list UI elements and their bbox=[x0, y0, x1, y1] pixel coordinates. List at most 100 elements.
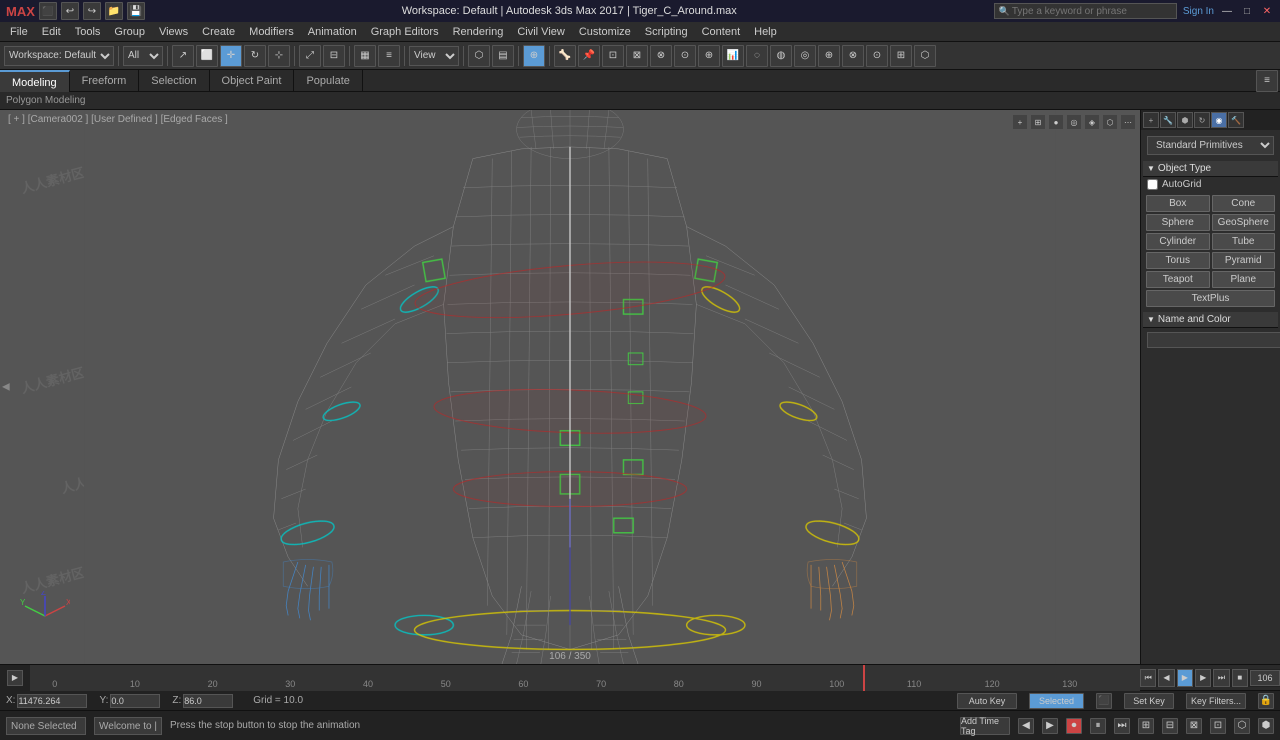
panel-tab-modify[interactable]: 🔧 bbox=[1160, 112, 1176, 128]
preserve-btn[interactable]: ◍ bbox=[770, 45, 792, 67]
relax-btn[interactable]: ◌ bbox=[746, 45, 768, 67]
extra5-btn[interactable]: ⊞ bbox=[890, 45, 912, 67]
name-color-header[interactable]: ▼ Name and Color bbox=[1143, 312, 1278, 328]
menu-tools[interactable]: Tools bbox=[69, 22, 107, 42]
workspace-dropdown[interactable]: Workspace: Default bbox=[4, 46, 114, 66]
key-filters-btn[interactable]: Key Filters... bbox=[1186, 693, 1246, 709]
use-nurbs-btn[interactable]: ⊠ bbox=[626, 45, 648, 67]
layer-mgr-btn[interactable]: ▦ bbox=[354, 45, 376, 67]
tl-last-btn[interactable]: ⏭ bbox=[1213, 669, 1229, 687]
scale-btn[interactable]: ⊹ bbox=[268, 45, 290, 67]
extra2-btn[interactable]: ⊕ bbox=[818, 45, 840, 67]
filter-dropdown[interactable]: All bbox=[123, 46, 163, 66]
obj-btn-geosphere[interactable]: GeoSphere bbox=[1212, 214, 1276, 231]
panel-tab-motion[interactable]: ↻ bbox=[1194, 112, 1210, 128]
viewport-3d[interactable]: [ + ] [Camera002 ] [User Defined ] [Edge… bbox=[0, 110, 1140, 664]
menu-civil-view[interactable]: Civil View bbox=[511, 22, 570, 42]
sign-in-btn[interactable]: Sign In bbox=[1183, 6, 1214, 17]
tl-first-btn[interactable]: ⏮ bbox=[1140, 669, 1156, 687]
set-key-btn[interactable]: Set Key bbox=[1124, 693, 1174, 709]
extra1-btn[interactable]: ◎ bbox=[794, 45, 816, 67]
edit-normals-btn[interactable]: ⊕ bbox=[698, 45, 720, 67]
vp-icon-persp[interactable]: ⬡ bbox=[1102, 114, 1118, 130]
make-selection-btn[interactable]: ⊕ bbox=[523, 45, 545, 67]
tl-prev-btn[interactable]: ◀ bbox=[1158, 669, 1174, 687]
redo-btn[interactable]: ↪ bbox=[83, 2, 101, 20]
save-btn[interactable]: 💾 bbox=[127, 2, 145, 20]
obj-btn-torus[interactable]: Torus bbox=[1146, 252, 1210, 269]
select-move-btn[interactable]: ✛ bbox=[220, 45, 242, 67]
obj-btn-tube[interactable]: Tube bbox=[1212, 233, 1276, 250]
tab-object-paint[interactable]: Object Paint bbox=[210, 70, 295, 92]
select-object-btn[interactable]: ↗ bbox=[172, 45, 194, 67]
tab-modeling[interactable]: Modeling bbox=[0, 70, 70, 92]
tl-stop-btn[interactable]: ■ bbox=[1232, 669, 1248, 687]
use-soft-btn[interactable]: ⊗ bbox=[650, 45, 672, 67]
open-btn[interactable]: 📁 bbox=[105, 2, 123, 20]
vp-icon-shading[interactable]: ● bbox=[1048, 114, 1064, 130]
obj-btn-sphere[interactable]: Sphere bbox=[1146, 214, 1210, 231]
minimize-btn[interactable]: — bbox=[1220, 4, 1234, 18]
add-time-tag-btn[interactable]: Add Time Tag bbox=[960, 717, 1010, 735]
maximize-btn[interactable]: □ bbox=[1240, 4, 1254, 18]
z-input[interactable] bbox=[183, 694, 233, 708]
show-end-result-btn[interactable]: ⊡ bbox=[602, 45, 624, 67]
menu-scripting[interactable]: Scripting bbox=[639, 22, 694, 42]
extra3-btn[interactable]: ⊗ bbox=[842, 45, 864, 67]
vp-icon-quality[interactable]: ◈ bbox=[1084, 114, 1100, 130]
obj-btn-box[interactable]: Box bbox=[1146, 195, 1210, 212]
key-lock-btn[interactable]: 🔒 bbox=[1258, 693, 1274, 709]
x-input[interactable] bbox=[17, 694, 87, 708]
vp-icon-extra[interactable]: ⋯ bbox=[1120, 114, 1136, 130]
menu-graph-editors[interactable]: Graph Editors bbox=[365, 22, 445, 42]
timeline-expand-btn[interactable]: ▶ bbox=[7, 670, 23, 686]
menu-modifiers[interactable]: Modifiers bbox=[243, 22, 300, 42]
vp-icon-plus[interactable]: + bbox=[1012, 114, 1028, 130]
frame-input[interactable] bbox=[1250, 670, 1280, 686]
tab-populate[interactable]: Populate bbox=[294, 70, 362, 92]
y-input[interactable] bbox=[110, 694, 160, 708]
set-key-indicator[interactable]: ⬛ bbox=[1096, 693, 1112, 709]
bone-tools-btn[interactable]: 🦴 bbox=[554, 45, 576, 67]
vp-icon-wire[interactable]: ◎ bbox=[1066, 114, 1082, 130]
scene-explorer-btn[interactable]: ≡ bbox=[378, 45, 400, 67]
vp-icon-layout[interactable]: ⊞ bbox=[1030, 114, 1046, 130]
named-selection-btn[interactable]: ▤ bbox=[492, 45, 514, 67]
search-input[interactable] bbox=[1012, 6, 1172, 17]
menu-rendering[interactable]: Rendering bbox=[447, 22, 510, 42]
panel-tab-hierarchy[interactable]: ⬢ bbox=[1177, 112, 1193, 128]
menu-create[interactable]: Create bbox=[196, 22, 241, 42]
menu-file[interactable]: File bbox=[4, 22, 34, 42]
quick-access-btn[interactable]: ⬛ bbox=[39, 2, 57, 20]
menu-views[interactable]: Views bbox=[153, 22, 194, 42]
close-btn[interactable]: ✕ bbox=[1260, 4, 1274, 18]
object-name-input[interactable] bbox=[1147, 332, 1280, 348]
panel-tab-display[interactable]: ◉ bbox=[1211, 112, 1227, 128]
panel-tab-utilities[interactable]: 🔨 bbox=[1228, 112, 1244, 128]
standard-primitives-dropdown[interactable]: Standard Primitives bbox=[1147, 136, 1274, 155]
menu-animation[interactable]: Animation bbox=[302, 22, 363, 42]
mirror-btn[interactable]: ⤢ bbox=[299, 45, 321, 67]
pin-stack-btn[interactable]: 📌 bbox=[578, 45, 600, 67]
obj-btn-pyramid[interactable]: Pyramid bbox=[1212, 252, 1276, 269]
customize-tabs-btn[interactable]: ≡ bbox=[1256, 70, 1278, 92]
expand-left-btn[interactable]: ◀ bbox=[2, 382, 10, 393]
menu-help[interactable]: Help bbox=[748, 22, 783, 42]
align-btn[interactable]: ⊟ bbox=[323, 45, 345, 67]
obj-btn-cylinder[interactable]: Cylinder bbox=[1146, 233, 1210, 250]
select-region-box-btn[interactable]: ⬡ bbox=[468, 45, 490, 67]
selected-btn[interactable]: Selected bbox=[1029, 693, 1084, 709]
autokey-btn[interactable]: Auto Key bbox=[957, 693, 1017, 709]
timeline-track[interactable]: 0 10 20 30 40 50 60 70 80 90 100 110 120… bbox=[30, 665, 1140, 691]
menu-content[interactable]: Content bbox=[696, 22, 747, 42]
obj-btn-cone[interactable]: Cone bbox=[1212, 195, 1276, 212]
extra4-btn[interactable]: ⊙ bbox=[866, 45, 888, 67]
autogrid-checkbox[interactable] bbox=[1147, 179, 1158, 190]
obj-btn-textplus[interactable]: TextPlus bbox=[1146, 290, 1275, 307]
show-stats-btn[interactable]: 📊 bbox=[722, 45, 744, 67]
view-dropdown[interactable]: View bbox=[409, 46, 459, 66]
obj-btn-plane[interactable]: Plane bbox=[1212, 271, 1276, 288]
obj-btn-teapot[interactable]: Teapot bbox=[1146, 271, 1210, 288]
tl-play-btn[interactable]: ▶ bbox=[1177, 669, 1193, 687]
menu-group[interactable]: Group bbox=[108, 22, 151, 42]
